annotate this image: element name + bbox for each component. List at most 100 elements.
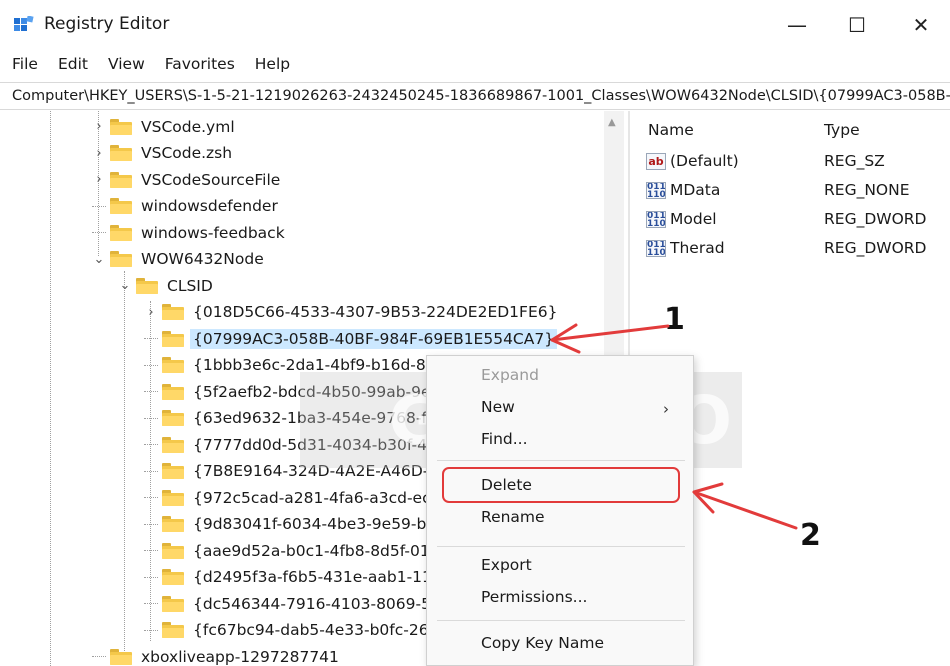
tree-connector bbox=[144, 603, 158, 604]
tree-item-label: {972c5cad-a281-4fa6-a3cd-ec5 bbox=[193, 488, 441, 507]
folder-icon bbox=[162, 569, 184, 585]
folder-icon bbox=[162, 436, 184, 453]
tree-connector bbox=[144, 444, 158, 445]
tree-item[interactable]: › VSCode.zsh bbox=[92, 140, 235, 167]
tree-connector bbox=[144, 576, 158, 578]
chevron-down-icon[interactable]: ⌄ bbox=[92, 252, 106, 267]
chevron-right-icon[interactable]: › bbox=[92, 172, 106, 187]
chevron-right-icon[interactable]: › bbox=[92, 146, 106, 161]
binary-value-icon: 011 110 bbox=[646, 211, 666, 228]
minimize-icon: — bbox=[787, 13, 807, 37]
menu-file[interactable]: File bbox=[10, 53, 40, 75]
chevron-right-icon[interactable]: › bbox=[144, 305, 158, 320]
tree-item[interactable]: › VSCodeSourceFile bbox=[92, 166, 283, 193]
folder-icon bbox=[110, 198, 132, 214]
tree-item-label: windows-feedback bbox=[141, 223, 285, 242]
tree-item[interactable]: {1bbb3e6c-2da1-4bf9-b16d-8e bbox=[144, 352, 438, 379]
tree-item-label: {d2495f3a-f6b5-431e-aab1-112 bbox=[193, 568, 442, 586]
tree-item-label: {63ed9632-1ba3-454e-9768-f0c bbox=[193, 409, 446, 427]
tree-connector bbox=[144, 364, 158, 366]
menu-item-find[interactable]: Find... bbox=[481, 430, 528, 448]
tree-connector bbox=[144, 417, 158, 419]
menu-help[interactable]: Help bbox=[253, 53, 292, 75]
tree-item[interactable]: {d2495f3a-f6b5-431e-aab1-112 bbox=[144, 564, 445, 591]
tree-item-label: {aae9d52a-b0c1-4fb8-8d5f-012 bbox=[193, 541, 440, 560]
tree-connector bbox=[144, 391, 158, 392]
value-name: (Default) bbox=[670, 152, 739, 170]
tree-item-label: {5f2aefb2-bdcd-4b50-99ab-9e7 bbox=[193, 382, 441, 401]
tree-item[interactable]: windows-feedback bbox=[92, 219, 288, 246]
tree-connector bbox=[144, 470, 158, 472]
folder-icon bbox=[110, 224, 132, 241]
menu-edit[interactable]: Edit bbox=[56, 53, 90, 75]
menu-item-expand: Expand bbox=[481, 366, 539, 384]
menu-item-new[interactable]: New bbox=[481, 398, 515, 416]
tree-item[interactable]: {972c5cad-a281-4fa6-a3cd-ec5 bbox=[144, 484, 443, 511]
column-header-type[interactable]: Type bbox=[824, 121, 860, 139]
close-button[interactable]: ✕ bbox=[896, 8, 946, 42]
tree-item[interactable]: › {018D5C66-4533-4307-9B53-224DE2ED1FE6} bbox=[144, 299, 560, 326]
value-name: Therad bbox=[670, 239, 725, 257]
value-type: REG_NONE bbox=[824, 181, 910, 199]
tree-item-selected[interactable]: {07999AC3-058B-40BF-984F-69EB1E554CA7} bbox=[144, 325, 558, 352]
value-row[interactable]: ab (Default) REG_SZ bbox=[646, 149, 946, 175]
scroll-up-icon[interactable]: ▲ bbox=[608, 117, 616, 128]
tree-item-label: VSCode.zsh bbox=[141, 144, 233, 162]
folder-icon bbox=[162, 542, 184, 559]
tree-item-label: {9d83041f-6034-4be3-9e59-bf6 bbox=[193, 515, 442, 533]
folder-icon bbox=[136, 277, 158, 294]
menu-item-export[interactable]: Export bbox=[481, 556, 532, 574]
column-header-name[interactable]: Name bbox=[648, 121, 694, 139]
close-icon: ✕ bbox=[912, 13, 930, 37]
tree-item-label: {7B8E9164-324D-4A2E-A46D-0 bbox=[193, 462, 439, 480]
tree-item[interactable]: ⌄ CLSID bbox=[118, 272, 216, 299]
tree-connector bbox=[144, 523, 158, 525]
tree-item[interactable]: windowsdefender bbox=[92, 193, 281, 220]
tree-item-label: {1bbb3e6c-2da1-4bf9-b16d-8e bbox=[193, 356, 436, 374]
tree-item[interactable]: {9d83041f-6034-4be3-9e59-bf6 bbox=[144, 511, 445, 538]
tree-item-label: VSCode.yml bbox=[141, 117, 235, 136]
delete-highlight-box bbox=[442, 467, 680, 503]
value-row[interactable]: 011 110 Model REG_DWORD bbox=[646, 207, 946, 233]
menu-favorites[interactable]: Favorites bbox=[163, 53, 237, 75]
tree-item[interactable]: {7B8E9164-324D-4A2E-A46D-0 bbox=[144, 458, 441, 485]
chevron-right-icon[interactable]: › bbox=[92, 119, 106, 134]
menu-separator bbox=[437, 546, 685, 547]
menu-item-copy-key-name[interactable]: Copy Key Name bbox=[481, 634, 604, 652]
chevron-down-icon[interactable]: ⌄ bbox=[118, 278, 132, 293]
menu-item-permissions[interactable]: Permissions... bbox=[481, 588, 587, 606]
address-bar[interactable]: Computer\HKEY_USERS\S-1-5-21-1219026263-… bbox=[0, 82, 950, 110]
menu-item-rename[interactable]: Rename bbox=[481, 508, 545, 526]
chevron-right-icon: › bbox=[663, 400, 669, 418]
tree-item[interactable]: {63ed9632-1ba3-454e-9768-f0c bbox=[144, 405, 448, 432]
value-name: MData bbox=[670, 181, 721, 199]
tree-item-label: WOW6432Node bbox=[141, 250, 264, 268]
tree-item[interactable]: {7777dd0d-5d31-4034-b30f-43 bbox=[144, 431, 440, 458]
value-row[interactable]: 011 110 MData REG_NONE bbox=[646, 178, 946, 204]
folder-icon bbox=[162, 516, 184, 532]
maximize-button[interactable]: ☐ bbox=[832, 8, 882, 42]
context-menu: Expand New Find... Delete Rename Export Permis… bbox=[426, 355, 694, 666]
title-bar: Registry Editor — ☐ ✕ bbox=[0, 0, 950, 48]
tree-guide-line bbox=[124, 271, 125, 651]
value-type: REG_DWORD bbox=[824, 210, 927, 228]
menu-view[interactable]: View bbox=[106, 53, 147, 75]
tree-connector bbox=[92, 205, 106, 207]
value-row[interactable]: 011 110 Therad REG_DWORD bbox=[646, 236, 946, 262]
tree-item[interactable]: {dc546344-7916-4103-8069-566 bbox=[144, 590, 454, 617]
value-type: REG_SZ bbox=[824, 152, 885, 170]
folder-icon bbox=[162, 489, 184, 506]
folder-icon bbox=[110, 145, 132, 161]
tree-item[interactable]: › VSCode.yml bbox=[92, 113, 238, 140]
tree-item-label: xboxliveapp-1297287741 bbox=[141, 647, 339, 666]
tree-item[interactable]: ⌄ WOW6432Node bbox=[92, 246, 267, 273]
tree-item[interactable]: {fc67bc94-dab5-4e33-b0fc-26c bbox=[144, 617, 440, 644]
tree-connector bbox=[144, 629, 158, 631]
tree-item[interactable]: xboxliveapp-1297287741 bbox=[92, 643, 342, 666]
tree-item[interactable]: {5f2aefb2-bdcd-4b50-99ab-9e7 bbox=[144, 378, 443, 405]
minimize-button[interactable]: — bbox=[772, 8, 822, 42]
annotation-label-2: 2 bbox=[800, 518, 821, 553]
tree-item[interactable]: {aae9d52a-b0c1-4fb8-8d5f-012 bbox=[144, 537, 443, 564]
folder-icon bbox=[162, 410, 184, 426]
folder-icon bbox=[162, 383, 184, 400]
